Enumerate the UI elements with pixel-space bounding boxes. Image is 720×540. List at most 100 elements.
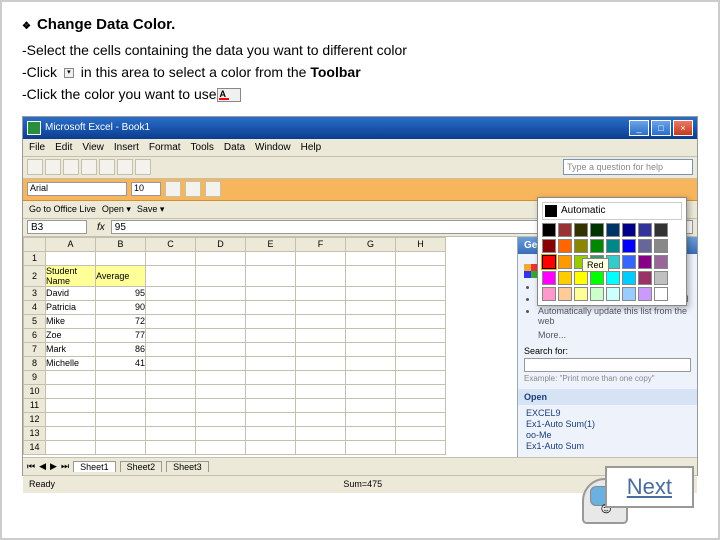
row-5[interactable]: 5 [24, 314, 46, 328]
maximize-button[interactable]: □ [651, 120, 671, 136]
paste-icon[interactable] [135, 159, 151, 175]
color-swatch[interactable] [574, 287, 588, 301]
cell-b3[interactable]: 95 [96, 286, 146, 300]
menu-data[interactable]: Data [224, 142, 245, 153]
tab-nav-prev[interactable]: ◀ [39, 461, 46, 472]
open-dropdown[interactable]: Open ▾ [102, 204, 131, 215]
color-swatch[interactable] [590, 287, 604, 301]
minimize-button[interactable]: _ [629, 120, 649, 136]
tab-nav-first[interactable]: ⏮ [27, 461, 35, 472]
color-swatch[interactable] [542, 287, 556, 301]
row-10[interactable]: 10 [24, 384, 46, 398]
help-search-input[interactable]: Type a question for help [563, 159, 693, 175]
menu-format[interactable]: Format [149, 142, 181, 153]
col-g[interactable]: G [346, 237, 396, 251]
copy-icon[interactable] [117, 159, 133, 175]
menu-tools[interactable]: Tools [191, 142, 214, 153]
color-swatch[interactable] [558, 239, 572, 253]
print-icon[interactable] [81, 159, 97, 175]
cell-a7[interactable]: Mark [46, 342, 96, 356]
color-swatch[interactable] [638, 223, 652, 237]
cell-b2[interactable]: Average [96, 265, 146, 286]
color-swatch[interactable] [622, 239, 636, 253]
recent-file-1[interactable]: EXCEL9 [526, 408, 689, 418]
menu-insert[interactable]: Insert [114, 142, 139, 153]
font-name-select[interactable]: Arial [27, 182, 127, 196]
row-8[interactable]: 8 [24, 356, 46, 370]
goto-office-live[interactable]: Go to Office Live [29, 204, 96, 214]
select-all-corner[interactable] [24, 237, 46, 251]
color-swatch[interactable] [590, 239, 604, 253]
cell-b6[interactable]: 77 [96, 328, 146, 342]
cell-b4[interactable]: 90 [96, 300, 146, 314]
tab-sheet3[interactable]: Sheet3 [166, 461, 209, 472]
color-swatch[interactable] [590, 271, 604, 285]
name-box[interactable]: B3 [27, 220, 87, 234]
cell-b8[interactable]: 41 [96, 356, 146, 370]
row-2[interactable]: 2 [24, 265, 46, 286]
color-swatch[interactable] [542, 271, 556, 285]
tp-more[interactable]: More... [538, 330, 691, 340]
color-swatch[interactable] [654, 223, 668, 237]
recent-file-2[interactable]: Ex1-Auto Sum(1) [526, 419, 689, 429]
color-swatch[interactable] [638, 271, 652, 285]
spreadsheet-grid[interactable]: ABCDEFGH 1 2Student NameAverage 3David95… [23, 237, 517, 457]
cut-icon[interactable] [99, 159, 115, 175]
color-swatch[interactable] [654, 287, 668, 301]
cell-a4[interactable]: Patricia [46, 300, 96, 314]
col-c[interactable]: C [146, 237, 196, 251]
row-9[interactable]: 9 [24, 370, 46, 384]
col-b[interactable]: B [96, 237, 146, 251]
col-a[interactable]: A [46, 237, 96, 251]
row-4[interactable]: 4 [24, 300, 46, 314]
fx-icon[interactable]: fx [91, 222, 111, 233]
menu-help[interactable]: Help [301, 142, 322, 153]
tab-sheet2[interactable]: Sheet2 [120, 461, 163, 472]
underline-icon[interactable] [205, 181, 221, 197]
menu-edit[interactable]: Edit [55, 142, 72, 153]
cell-a2[interactable]: Student Name [46, 265, 96, 286]
col-e[interactable]: E [246, 237, 296, 251]
color-swatch[interactable] [622, 223, 636, 237]
color-swatch[interactable] [606, 239, 620, 253]
cell-b5[interactable]: 72 [96, 314, 146, 328]
color-swatch[interactable] [558, 223, 572, 237]
row-6[interactable]: 6 [24, 328, 46, 342]
color-swatch[interactable] [606, 223, 620, 237]
row-11[interactable]: 11 [24, 398, 46, 412]
color-swatch[interactable] [574, 239, 588, 253]
next-button[interactable]: Next [605, 466, 694, 508]
row-12[interactable]: 12 [24, 412, 46, 426]
cell-a3[interactable]: David [46, 286, 96, 300]
font-size-select[interactable]: 10 [131, 182, 161, 196]
color-swatch[interactable] [638, 239, 652, 253]
tab-nav-next[interactable]: ▶ [50, 461, 57, 472]
tp-search-input[interactable] [524, 358, 691, 372]
color-swatch[interactable] [606, 287, 620, 301]
cell-b7[interactable]: 86 [96, 342, 146, 356]
color-swatch[interactable] [574, 223, 588, 237]
row-1[interactable]: 1 [24, 251, 46, 265]
color-swatch[interactable] [558, 271, 572, 285]
color-swatch[interactable] [542, 223, 556, 237]
color-swatch[interactable] [542, 255, 556, 269]
open-icon[interactable] [45, 159, 61, 175]
color-swatch[interactable] [590, 223, 604, 237]
automatic-color-button[interactable]: Automatic [542, 202, 682, 220]
color-swatch[interactable] [542, 239, 556, 253]
color-swatch[interactable] [558, 255, 572, 269]
color-swatch[interactable] [622, 287, 636, 301]
color-swatch[interactable] [638, 255, 652, 269]
tab-nav-last[interactable]: ⏭ [61, 461, 69, 472]
col-h[interactable]: H [396, 237, 446, 251]
bold-icon[interactable] [165, 181, 181, 197]
color-swatch[interactable] [622, 255, 636, 269]
save-icon[interactable] [63, 159, 79, 175]
color-swatch[interactable] [574, 271, 588, 285]
cell-a5[interactable]: Mike [46, 314, 96, 328]
menu-view[interactable]: View [82, 142, 104, 153]
color-swatch[interactable] [638, 287, 652, 301]
col-f[interactable]: F [296, 237, 346, 251]
menu-file[interactable]: File [29, 142, 45, 153]
cell-a8[interactable]: Michelle [46, 356, 96, 370]
